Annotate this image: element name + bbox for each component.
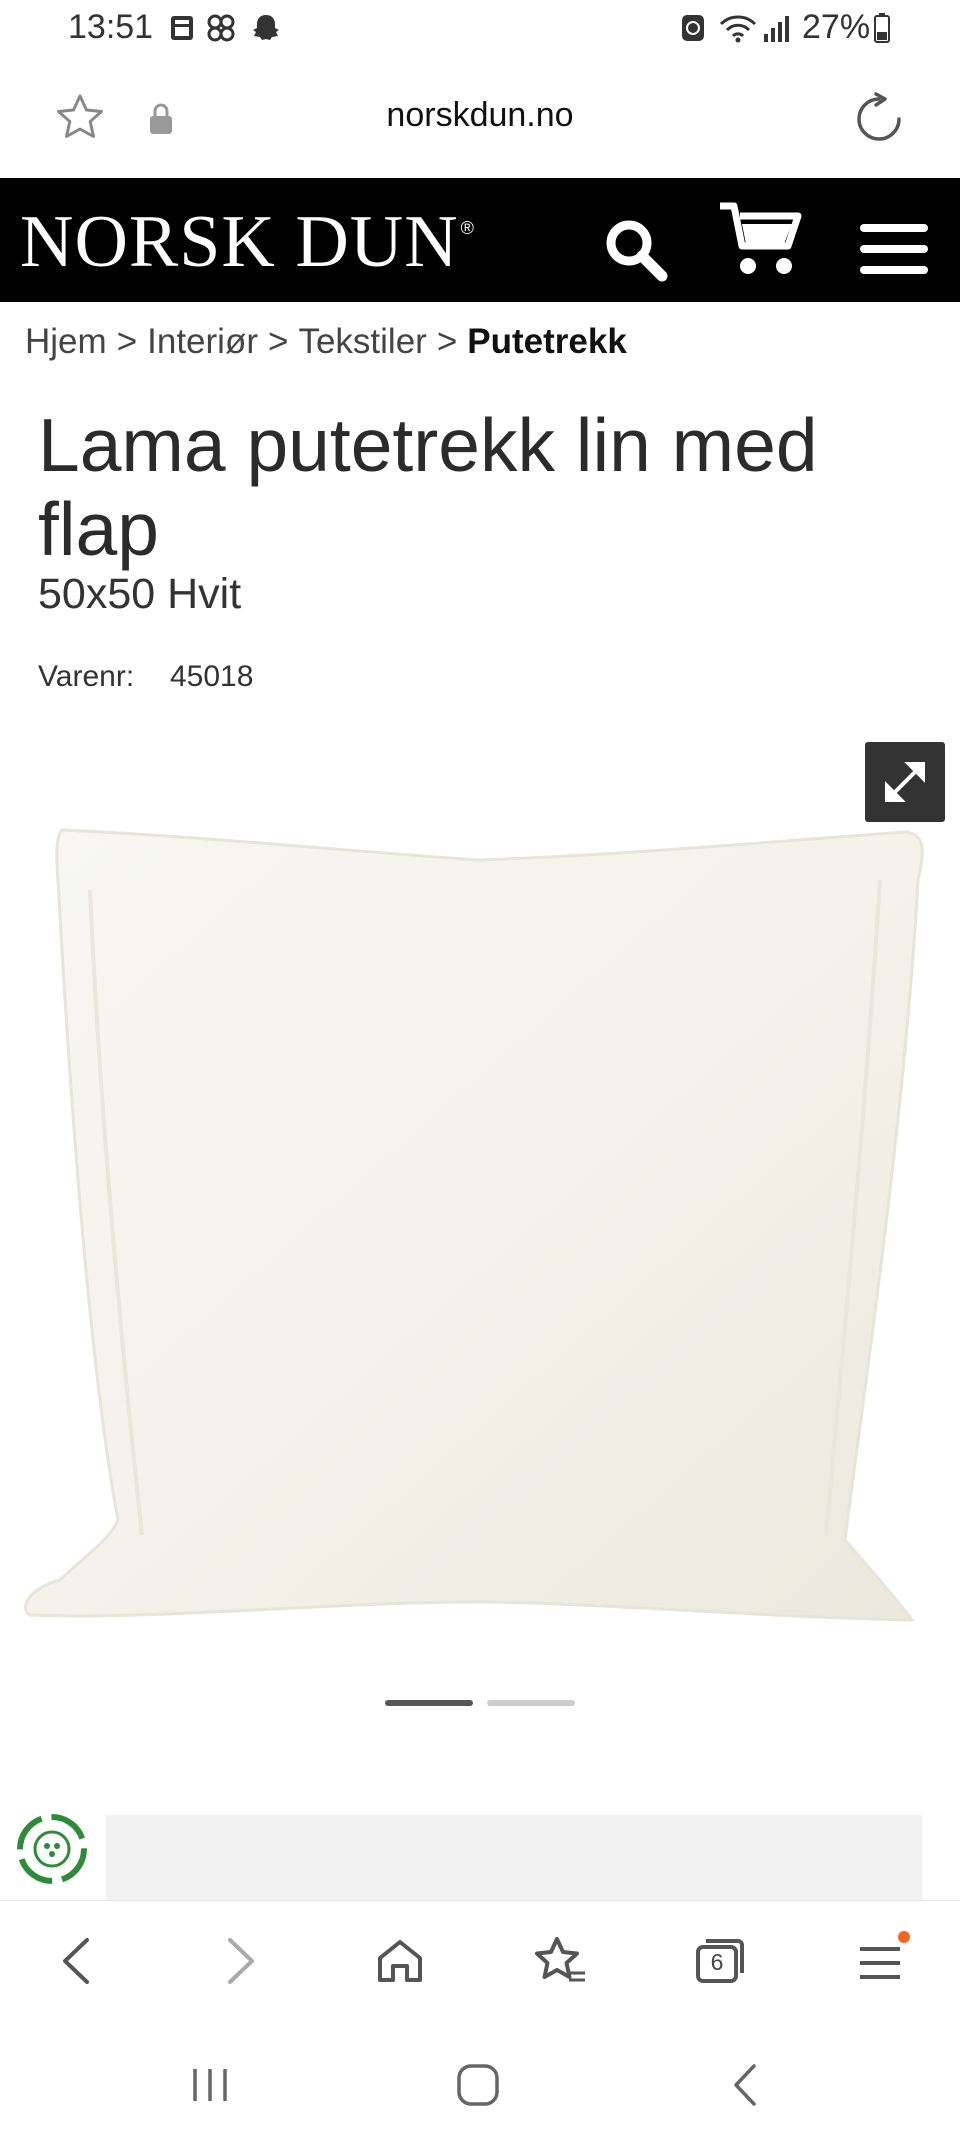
- info-panel: [106, 1815, 922, 1900]
- system-navigation-bar: [0, 2030, 960, 2140]
- system-home-icon: [457, 2064, 499, 2106]
- system-back-icon: [734, 2064, 756, 2106]
- home-icon: [378, 1940, 422, 1982]
- product-title: Lama putetrekk lin med flap: [38, 403, 818, 571]
- system-back-button[interactable]: [676, 2030, 816, 2140]
- signal-icon: [764, 16, 789, 42]
- tab-count: 6: [710, 1949, 724, 1975]
- status-bar: 13:51 27%: [0, 0, 960, 60]
- product-variant: 50x50 Hvit: [38, 570, 242, 618]
- recycle-notification-icon: [682, 15, 704, 41]
- expand-icon: [885, 762, 925, 802]
- browser-toolbar: 6: [0, 1900, 960, 2021]
- expand-image-button[interactable]: [865, 742, 945, 822]
- browser-menu-button[interactable]: [820, 1901, 940, 2021]
- system-home-button[interactable]: [408, 2030, 548, 2140]
- breadcrumb: Hjem > Interiør > Tekstiler > Putetrekk: [25, 322, 627, 362]
- logo-text: NORSK DUN: [20, 201, 459, 283]
- forward-button[interactable]: [180, 1901, 300, 2021]
- status-time: 13:51: [68, 8, 154, 46]
- battery-icon: [874, 13, 890, 43]
- breadcrumb-separator: >: [436, 322, 458, 361]
- chevron-right-icon: [228, 1938, 254, 1984]
- menu-icon: [860, 1931, 910, 1979]
- pinwheel-app-icon: [207, 14, 235, 42]
- carousel-dot[interactable]: [487, 1700, 575, 1706]
- wifi-icon: [719, 15, 757, 43]
- breadcrumb-textiles[interactable]: Tekstiler: [298, 322, 426, 361]
- chevron-left-icon: [63, 1938, 89, 1984]
- site-logo[interactable]: NORSK DUN ®: [20, 200, 475, 285]
- back-button[interactable]: [17, 1901, 137, 2021]
- breadcrumb-current: Putetrekk: [467, 322, 627, 361]
- site-header: NORSK DUN ®: [0, 178, 960, 302]
- snapchat-icon: [253, 15, 279, 40]
- bookmarks-button[interactable]: [500, 1901, 620, 2021]
- home-button[interactable]: [340, 1901, 460, 2021]
- battery-percent: 27%: [802, 8, 871, 46]
- breadcrumb-separator: >: [268, 322, 289, 361]
- news-app-icon: [171, 16, 193, 40]
- reload-icon[interactable]: [852, 92, 906, 146]
- tabs-button[interactable]: 6: [660, 1901, 780, 2021]
- bookmarks-star-icon: [535, 1937, 585, 1982]
- search-icon[interactable]: [602, 216, 668, 282]
- browser-url-bar: norskdun.no: [0, 60, 960, 178]
- sku-value: 45018: [170, 660, 254, 693]
- recent-apps-button[interactable]: [140, 2030, 280, 2140]
- registered-mark: ®: [460, 218, 475, 239]
- url-domain[interactable]: norskdun.no: [0, 96, 960, 135]
- carousel-dot-active[interactable]: [385, 1700, 473, 1706]
- recycle-badge-icon[interactable]: [16, 1813, 88, 1885]
- breadcrumb-separator: >: [116, 322, 138, 361]
- product-image-pillow[interactable]: [0, 820, 960, 1640]
- hamburger-menu-icon[interactable]: [858, 222, 930, 276]
- recent-apps-icon: [193, 2069, 227, 2101]
- cart-icon[interactable]: [718, 198, 804, 278]
- sku-label: Varenr:: [38, 660, 135, 693]
- tabs-counter: 6: [694, 1935, 746, 1987]
- breadcrumb-interior[interactable]: Interiør: [147, 322, 258, 361]
- breadcrumb-home[interactable]: Hjem: [25, 322, 107, 361]
